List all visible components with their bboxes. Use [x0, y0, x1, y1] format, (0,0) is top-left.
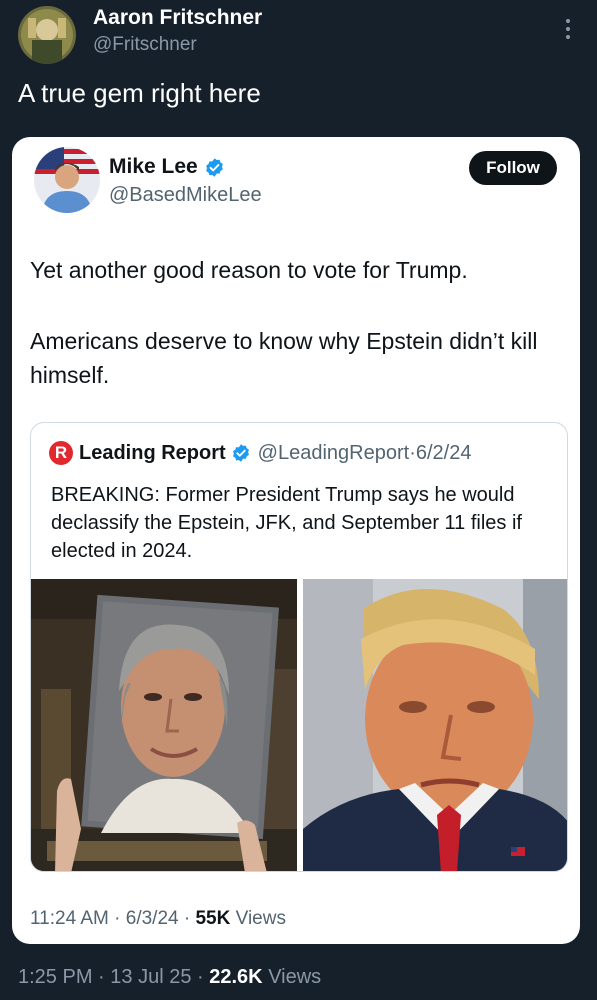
media-grid — [31, 579, 567, 871]
more-vertical-icon[interactable] — [558, 14, 578, 44]
follow-button[interactable]: Follow — [469, 151, 557, 185]
quoted-date[interactable]: 6/3/24 — [126, 908, 179, 929]
nested-author-handle[interactable]: @LeadingReport — [258, 442, 410, 465]
nested-quote-header: R Leading Report @LeadingReport · 6/2/24 — [49, 441, 471, 465]
author-name[interactable]: Aaron Fritschner — [93, 6, 262, 30]
quoted-time[interactable]: 11:24 AM — [30, 908, 109, 929]
separator: · — [197, 966, 204, 988]
leading-report-logo: R — [49, 441, 73, 465]
quoted-avatar[interactable] — [34, 147, 100, 213]
verified-badge-icon — [232, 444, 249, 462]
nested-author-name[interactable]: Leading Report — [79, 442, 226, 465]
quoted-text-line1: Yet another good reason to vote for Trum… — [30, 257, 468, 283]
tweet-text: A true gem right here — [18, 78, 261, 108]
author-handle[interactable]: @Fritschner — [93, 34, 197, 56]
quoted-name-row: Mike Lee — [109, 155, 225, 179]
outer-time[interactable]: 1:25 PM — [18, 966, 92, 988]
media-image-right[interactable] — [303, 579, 567, 871]
quoted-tweet-card[interactable]: Mike Lee @BasedMikeLee Follow Yet anothe… — [12, 137, 580, 944]
quoted-views-count[interactable]: 55K — [195, 908, 230, 929]
quoted-views-label: Views — [235, 908, 286, 929]
outer-views-count[interactable]: 22.6K — [209, 966, 262, 988]
nested-quote-card[interactable]: R Leading Report @LeadingReport · 6/2/24… — [30, 422, 568, 872]
verified-badge-icon — [205, 157, 223, 177]
outer-tweet-meta: 1:25 PM · 13 Jul 25 · 22.6K Views — [18, 966, 321, 989]
quoted-author-handle[interactable]: @BasedMikeLee — [109, 184, 262, 207]
quoted-text-line2: Americans deserve to know why Epstein di… — [30, 328, 538, 388]
outer-date[interactable]: 13 Jul 25 — [110, 966, 191, 988]
nested-quote-text: BREAKING: Former President Trump says he… — [51, 484, 522, 562]
nested-date[interactable]: 6/2/24 — [416, 442, 472, 465]
separator: · — [409, 441, 416, 464]
quoted-author-name[interactable]: Mike Lee — [109, 155, 198, 179]
outer-tweet-header: Aaron Fritschner @Fritschner — [0, 0, 597, 70]
separator: · — [114, 908, 121, 929]
separator: · — [183, 908, 191, 929]
quoted-tweet-meta: 11:24 AM · 6/3/24 · 55K Views — [30, 908, 286, 930]
separator: · — [98, 966, 105, 988]
media-image-left[interactable] — [31, 579, 297, 871]
outer-views-label: Views — [268, 966, 322, 988]
avatar[interactable] — [18, 6, 76, 64]
